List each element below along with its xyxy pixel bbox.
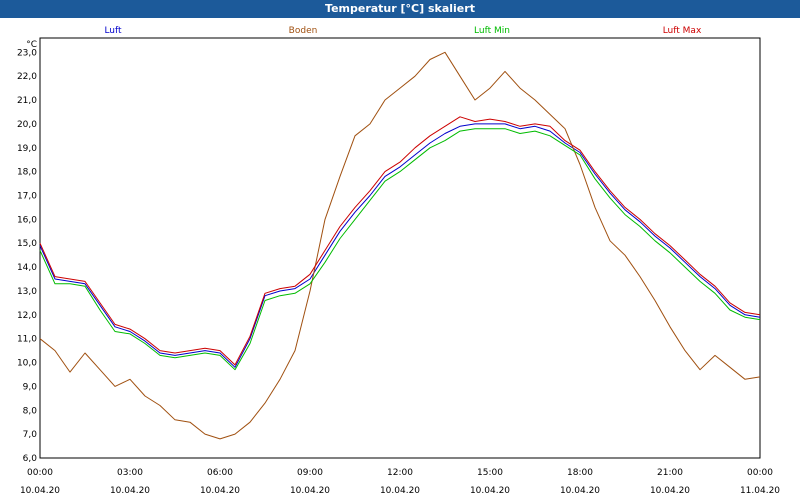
x-tick-time-label: 21:00	[657, 468, 683, 478]
y-tick-label: 17,0	[17, 192, 37, 202]
y-tick-label: 16,0	[17, 215, 37, 225]
legend-entry-luft-min: Luft Min	[474, 26, 510, 36]
y-tick-label: 15,0	[17, 239, 37, 249]
x-tick-date-label: 10.04.20	[470, 486, 510, 496]
x-tick-time-label: 09:00	[297, 468, 323, 478]
x-tick-time-label: 00:00	[747, 468, 773, 478]
y-tick-label: 10,0	[17, 359, 37, 369]
x-tick-date-label: 10.04.20	[650, 486, 690, 496]
y-tick-label: 6,0	[23, 454, 38, 464]
legend-entry-luft: Luft	[104, 26, 122, 36]
plot-frame	[39, 37, 761, 459]
x-tick-date-label: 11.04.20	[740, 486, 780, 496]
y-tick-label: 22,0	[17, 72, 37, 82]
x-tick-time-label: 15:00	[477, 468, 503, 478]
legend-entry-boden: Boden	[289, 26, 318, 36]
y-tick-label: 7,0	[23, 430, 38, 440]
x-tick-date-label: 10.04.20	[290, 486, 330, 496]
axis-layer	[39, 37, 761, 459]
x-tick-date-label: 10.04.20	[20, 486, 60, 496]
y-tick-label: 12,0	[17, 311, 37, 321]
chart-window: Temperatur [°C] skaliert 6,0 7,0 8,0 9,0 10,…	[0, 0, 800, 500]
x-tick-date-label: 10.04.20	[560, 486, 600, 496]
y-tick-label: 20,0	[17, 120, 37, 130]
chart-title: Temperatur [°C] skaliert	[0, 0, 800, 18]
x-tick-date-label: 10.04.20	[110, 486, 150, 496]
x-tick-time-label: 03:00	[117, 468, 143, 478]
y-tick-label: 19,0	[17, 144, 37, 154]
y-axis-unit-label: °C	[26, 40, 37, 50]
y-tick-label: 8,0	[23, 406, 38, 416]
x-tick-time-label: 00:00	[27, 468, 53, 478]
x-tick-date-label: 10.04.20	[200, 486, 240, 496]
x-tick-time-label: 12:00	[387, 468, 413, 478]
legend-entry-luft-max: Luft Max	[663, 26, 702, 36]
y-tick-label: 14,0	[17, 263, 37, 273]
y-tick-label: 11,0	[17, 335, 37, 345]
y-tick-label: 21,0	[17, 96, 37, 106]
legend-layer: Luft Boden Luft Min Luft Max	[104, 26, 702, 36]
x-tick-date-label: 10.04.20	[380, 486, 420, 496]
x-tick-time-label: 18:00	[567, 468, 593, 478]
x-tick-time-label: 06:00	[207, 468, 233, 478]
y-tick-label: 18,0	[17, 168, 37, 178]
y-tick-label: 13,0	[17, 287, 37, 297]
y-tick-label: 9,0	[23, 382, 38, 392]
chart-svg: 6,0 7,0 8,0 9,0 10,0 11,0 12,0 13,0 14,0 15,0 16,0…	[17, 26, 780, 496]
